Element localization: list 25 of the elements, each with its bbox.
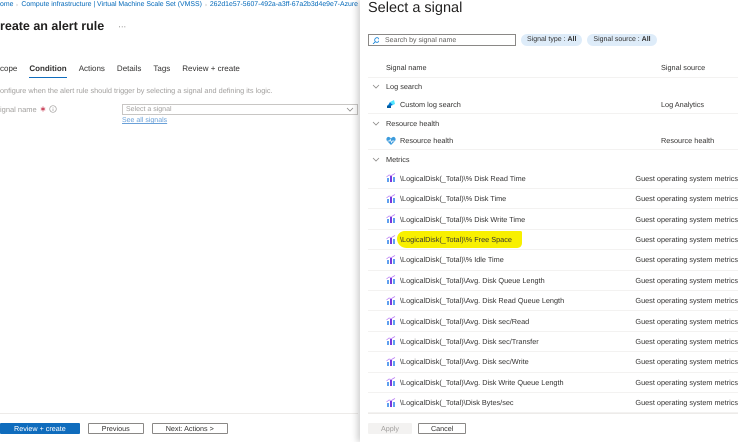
- bar-chart-icon: [386, 377, 396, 388]
- chevron-down-icon: [346, 106, 354, 112]
- bar-chart-icon: [386, 296, 396, 306]
- tab[interactable]: Actions: [78, 64, 105, 78]
- bar-chart-icon: [386, 336, 396, 346]
- bar-chart-icon: [386, 194, 396, 204]
- bar-chart-icon: [386, 398, 396, 408]
- tab[interactable]: Details: [116, 64, 142, 78]
- bar-chart-icon: [386, 356, 396, 367]
- info-icon: [48, 105, 57, 113]
- bar-chart-icon: [386, 173, 396, 184]
- search-icon: [372, 36, 379, 44]
- tab[interactable]: Condition: [29, 64, 67, 78]
- tab[interactable]: cope: [0, 64, 18, 78]
- panel-title: Select a signal: [368, 0, 464, 16]
- tab[interactable]: Tags: [153, 64, 170, 78]
- bar-chart-icon: [386, 316, 396, 326]
- page-title: reate an alert rule: [0, 19, 104, 33]
- bar-chart-icon: [386, 234, 396, 245]
- more-button[interactable]: ···: [118, 22, 126, 30]
- bar-chart-icon: [386, 254, 396, 265]
- bar-chart-icon: [386, 275, 396, 286]
- heart-pulse-icon: [386, 136, 396, 146]
- bar-chart-icon: [386, 214, 396, 224]
- tab[interactable]: Review + create: [182, 64, 240, 78]
